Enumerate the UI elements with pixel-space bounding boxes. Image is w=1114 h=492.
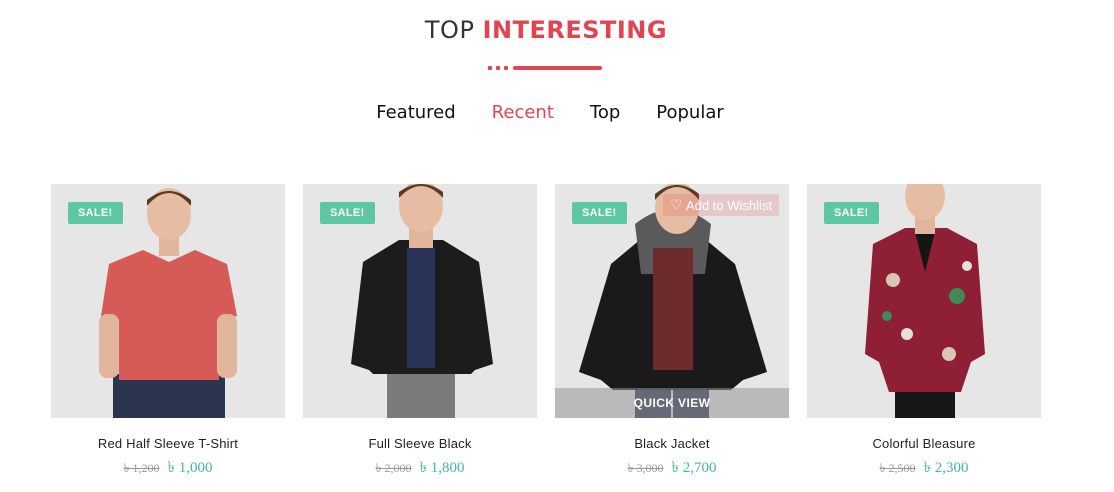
sale-price: ৳ 1,000 [167,460,213,476]
old-price: ৳ 1,200 [123,461,160,475]
section-title: TOP INTERESTING [0,16,1092,44]
product-name[interactable]: Full Sleeve Black [303,436,537,451]
sale-price: ৳ 2,300 [923,460,969,476]
sale-badge: SALE! [68,202,123,224]
product-card[interactable]: SALE! Full Sleeve Black ৳ 2,000 ৳ 1,800 [303,184,537,481]
product-image[interactable]: SALE! [807,184,1041,418]
product-grid: SALE! Red Half Sleeve T-Shirt ৳ 1,200 ৳ … [51,184,1041,481]
add-to-wishlist-button[interactable]: ♡ Add to Wishlist [663,194,779,216]
sale-price: ৳ 2,700 [671,460,717,476]
product-name[interactable]: Colorful Bleasure [807,436,1041,451]
product-tabs: Featured Recent Top Popular [0,102,1100,123]
product-card[interactable]: SALE! ♡ Add to Wishlist QUICK VIEW Black… [555,184,789,481]
tab-top[interactable]: Top [590,102,620,123]
product-card[interactable]: SALE! Red Half Sleeve T-Shirt ৳ 1,200 ৳ … [51,184,285,481]
tab-popular[interactable]: Popular [656,102,724,123]
title-divider [488,66,608,70]
wishlist-label: Add to Wishlist [686,197,772,213]
divider-dot [504,66,508,70]
tab-recent[interactable]: Recent [492,102,554,123]
product-name[interactable]: Red Half Sleeve T-Shirt [51,436,285,451]
section-title-part2: INTERESTING [482,16,668,44]
product-image[interactable]: SALE! [303,184,537,418]
old-price: ৳ 2,000 [375,461,412,475]
divider-line [513,66,602,70]
section-title-part1: TOP [424,16,475,44]
old-price: ৳ 3,000 [627,461,664,475]
product-card[interactable]: SALE! Colorful Bleasure ৳ 2,500 ৳ 2,300 [807,184,1041,481]
tab-featured[interactable]: Featured [376,102,455,123]
sale-badge: SALE! [824,202,879,224]
product-image[interactable]: SALE! ♡ Add to Wishlist QUICK VIEW [555,184,789,418]
sale-badge: SALE! [320,202,375,224]
sale-price: ৳ 1,800 [419,460,465,476]
divider-dot [496,66,500,70]
heart-icon: ♡ [670,197,683,212]
product-image[interactable]: SALE! [51,184,285,418]
sale-badge: SALE! [572,202,627,224]
old-price: ৳ 2,500 [879,461,916,475]
product-name[interactable]: Black Jacket [555,436,789,451]
quick-view-button[interactable]: QUICK VIEW [555,388,789,418]
divider-dot [488,66,492,70]
